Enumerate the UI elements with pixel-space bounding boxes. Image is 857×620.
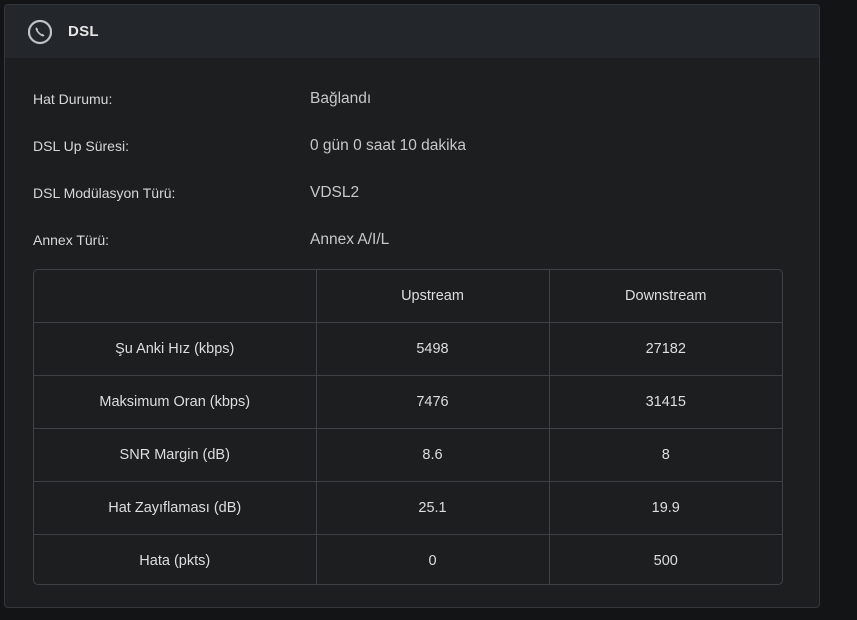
upstream-value: 7476 [316,375,550,429]
info-label: DSL Up Süresi: [33,137,129,154]
upstream-value: 8.6 [316,428,550,482]
table-row: Hat Zayıflaması (dB) 25.1 19.9 [34,481,782,535]
info-label: DSL Modülasyon Türü: [33,184,176,201]
table-row: Maksimum Oran (kbps) 7476 31415 [34,375,782,429]
column-header [34,270,317,323]
downstream-value: 500 [653,553,678,569]
info-label: Hat Durumu: [33,90,113,107]
downstream-value: 19.9 [549,481,782,535]
info-value: VDSL2 [310,183,360,201]
dsl-panel: DSL Hat Durumu: Bağlandı DSL Up Süresi: … [4,4,820,608]
table-header-row: Upstream Downstream [34,270,782,323]
row-label: SNR Margin (dB) [34,428,317,482]
downstream-value: 27182 [549,322,782,376]
info-value: Annex A/I/L [310,230,390,248]
info-row-modulasyon-turu: DSL Modülasyon Türü: VDSL2 [33,169,793,216]
info-label: Annex Türü: [33,231,110,248]
info-value: 0 gün 0 saat 10 dakika [310,136,466,154]
upstream-value: 25.1 [316,481,550,535]
upstream-value: 5498 [316,322,550,376]
downstream-value: 31415 [549,375,782,429]
info-list: Hat Durumu: Bağlandı DSL Up Süresi: 0 gü… [33,75,793,263]
phone-icon [27,19,53,45]
row-label: Şu Anki Hız (kbps) [34,322,317,376]
row-label: Maksimum Oran (kbps) [34,375,317,429]
info-row-dsl-up-suresi: DSL Up Süresi: 0 gün 0 saat 10 dakika [33,122,793,169]
table-row: Şu Anki Hız (kbps) 5498 27182 [34,322,782,376]
upstream-value: 0 [316,534,550,584]
column-header-upstream: Upstream [316,270,550,323]
row-label: Hata (pkts) [34,534,317,584]
table-row: Hata (pkts) 0 500 [34,534,782,584]
info-value: Bağlandı [310,89,372,107]
row-label: Hat Zayıflaması (dB) [34,481,317,535]
info-row-annex-turu: Annex Türü: Annex A/I/L [33,216,793,263]
table-row: SNR Margin (dB) 8.6 8 [34,428,782,482]
info-row-hat-durumu: Hat Durumu: Bağlandı [33,75,793,122]
column-header-downstream: Downstream [549,270,782,323]
downstream-value: 8 [549,428,782,482]
panel-header: DSL [5,5,819,59]
dsl-stats-table: Upstream Downstream Şu Anki Hız (kbps) 5… [33,269,783,585]
panel-title: DSL [68,23,99,40]
